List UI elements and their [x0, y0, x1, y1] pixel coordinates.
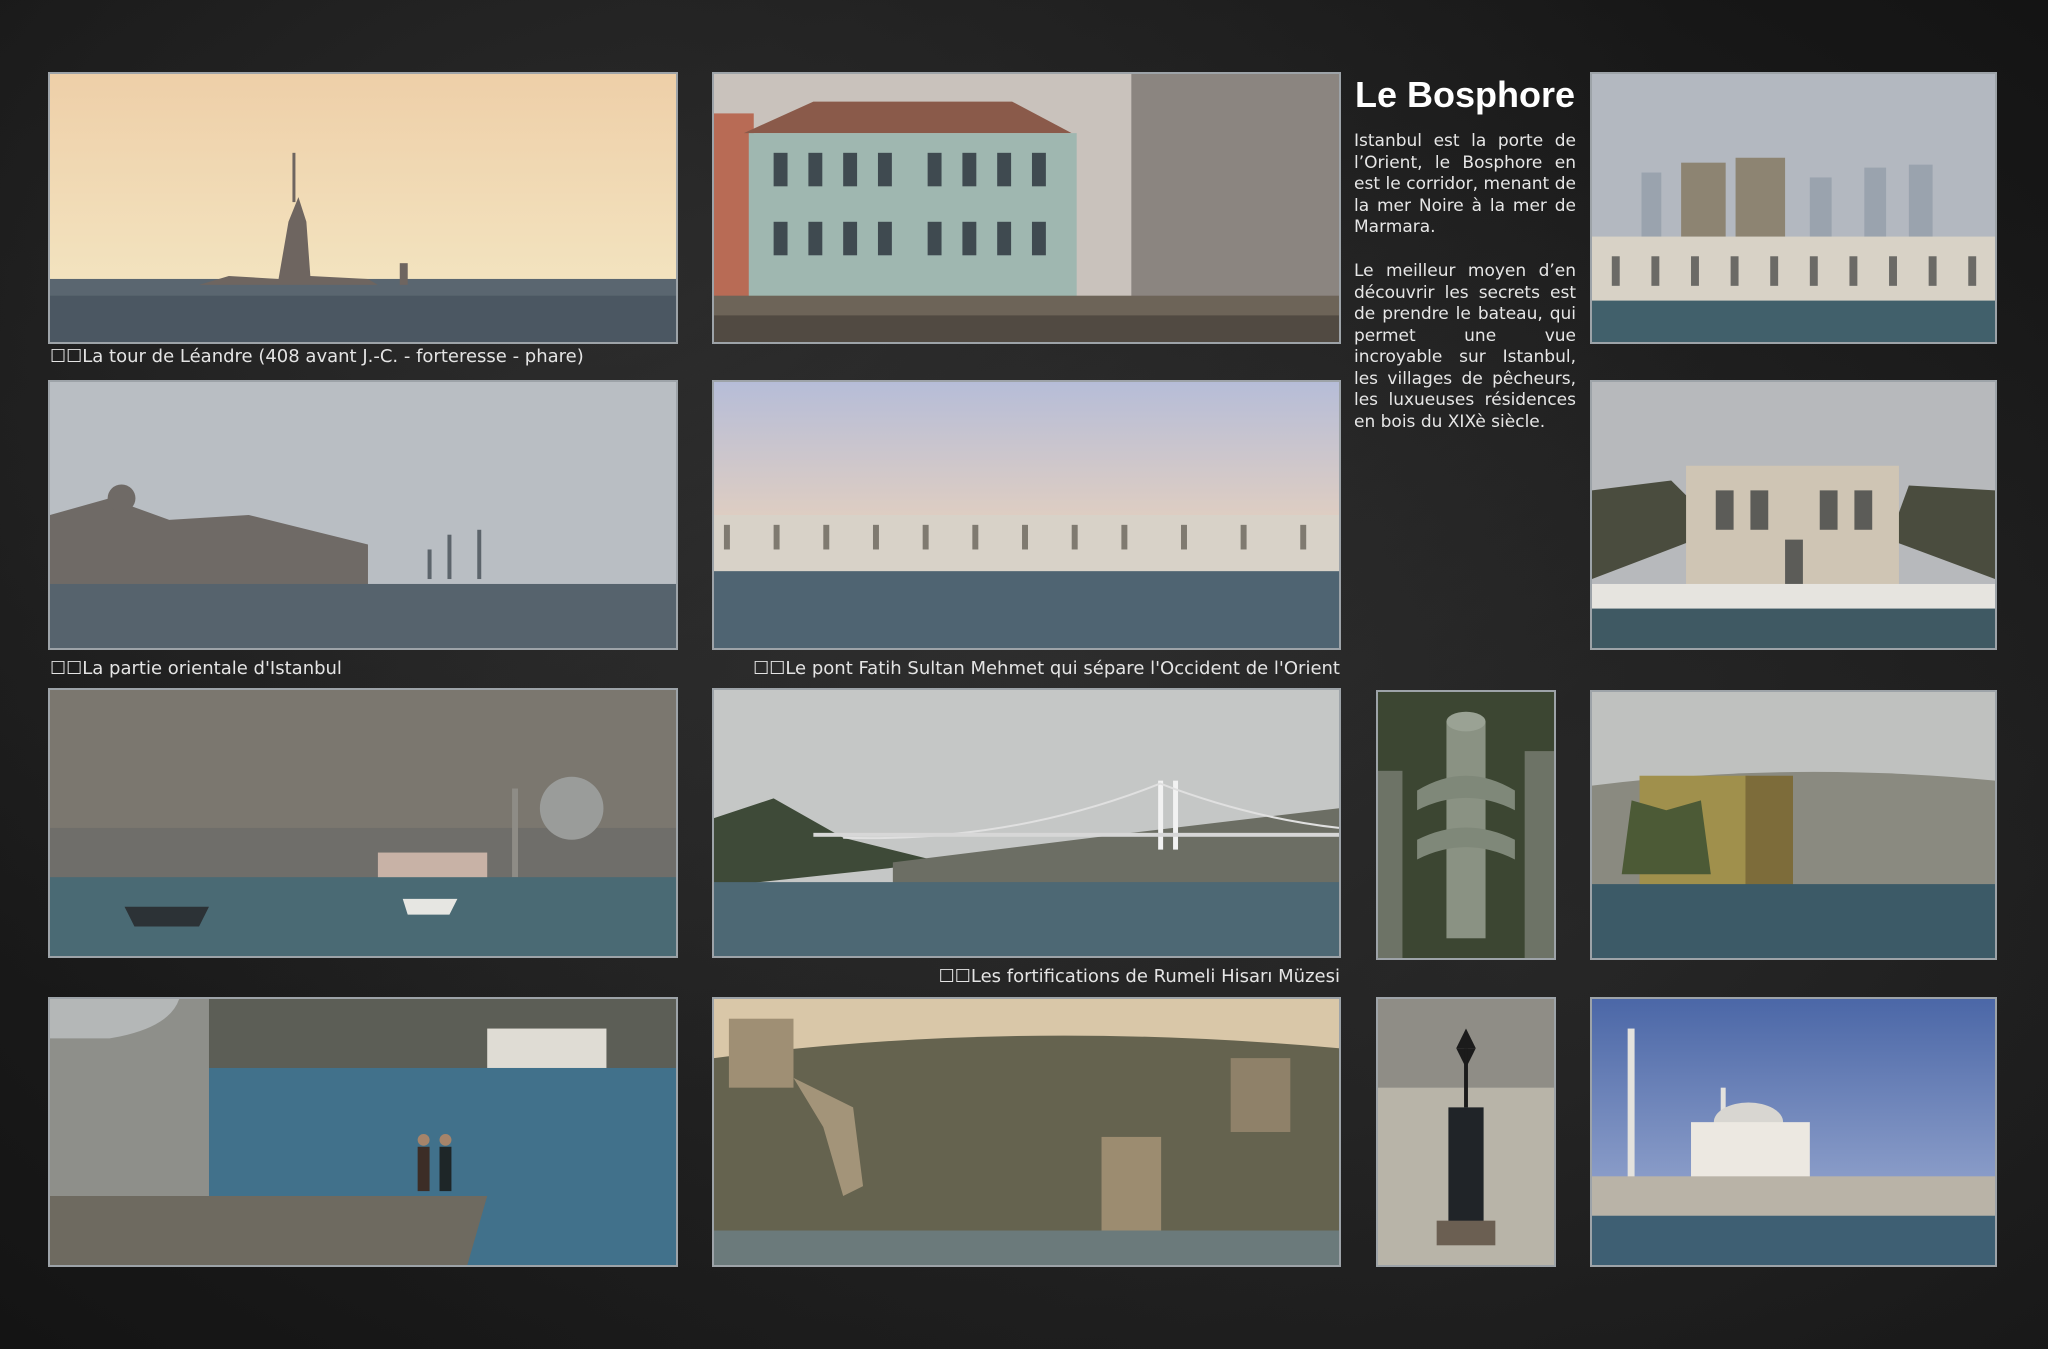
photo-maiden-tower [48, 72, 678, 344]
photo-kucuksu-pavilion [1590, 380, 1997, 650]
photo-sculpture [1376, 690, 1556, 960]
boat-paragraph: Le meilleur moyen d’en découvrir les sec… [1354, 261, 1576, 432]
photo-harbor-mosque [48, 688, 678, 958]
photo-dolmabahce-mosque [1590, 997, 1997, 1267]
caption-oriental: ☐☐La partie orientale d'Istanbul [50, 658, 342, 679]
photo-palace-skyline [1590, 72, 1997, 344]
photo-oriental-istanbul [48, 380, 678, 650]
photo-buoy [1376, 997, 1556, 1267]
photo-fishermen-pier [48, 997, 678, 1267]
page-title: Le Bosphore [1354, 74, 1576, 115]
photo-wooden-mansion [712, 72, 1341, 344]
caption-rumeli: ☐☐Les fortifications de Rumeli Hisarı Mü… [938, 966, 1340, 987]
caption-bridge: ☐☐Le pont Fatih Sultan Mehmet qui sépare… [753, 658, 1340, 679]
photo-waterfront-palaces [712, 380, 1341, 650]
photo-fsm-bridge [712, 688, 1341, 958]
intro-paragraph: Istanbul est la porte de l’Orient, le Bo… [1354, 131, 1576, 237]
photo-ruined-mansion [1590, 690, 1997, 960]
caption-leander: ☐☐La tour de Léandre (408 avant J.-C. - … [50, 346, 584, 367]
photo-rumeli-fortress [712, 997, 1341, 1267]
